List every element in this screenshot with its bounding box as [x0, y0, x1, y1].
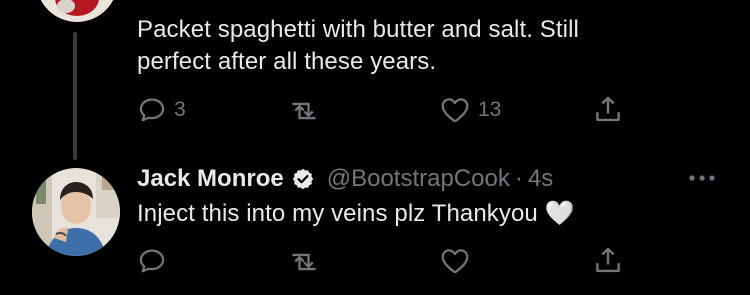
retweet-icon [292, 253, 316, 271]
share-button[interactable] [591, 244, 625, 278]
header-separator: · [514, 165, 523, 192]
thread-connector-line [73, 32, 77, 160]
like-button[interactable]: 13 [438, 94, 501, 126]
tweet-timestamp[interactable]: 4s [528, 165, 553, 193]
reply-button[interactable]: 3 [136, 94, 186, 126]
more-options-icon [689, 175, 715, 181]
share-button[interactable] [591, 93, 625, 127]
share-icon [596, 247, 620, 273]
author-display-name[interactable]: Jack Monroe [137, 165, 284, 193]
like-button[interactable] [438, 245, 472, 277]
retweet-icon [292, 102, 316, 120]
reply-count: 3 [174, 98, 186, 121]
share-icon [596, 96, 620, 122]
reply-tweet-body: Inject this into my veins plz Thankyou [137, 200, 538, 227]
verified-badge-icon [292, 168, 313, 190]
reply-tweet-header: Jack Monroe @BootstrapCook · 4s [137, 164, 553, 194]
reply-button[interactable] [136, 245, 168, 277]
author-handle[interactable]: @BootstrapCook [327, 165, 510, 193]
white-heart-emoji: 🤍 [544, 199, 575, 227]
reply-icon [139, 98, 165, 122]
retweet-button[interactable] [286, 246, 322, 278]
like-icon [441, 98, 469, 123]
more-options-button[interactable] [685, 168, 719, 188]
reply-icon [139, 249, 165, 273]
reply-author-avatar[interactable] [32, 168, 120, 256]
like-icon [441, 249, 469, 274]
parent-tweet-avatar[interactable] [36, 0, 118, 22]
retweet-button[interactable] [286, 95, 322, 127]
like-count: 13 [478, 98, 502, 121]
reply-tweet-text: Inject this into my veins plz Thankyou 🤍 [137, 197, 737, 230]
parent-tweet-text: Packet spaghetti with butter and salt. S… [137, 16, 579, 75]
